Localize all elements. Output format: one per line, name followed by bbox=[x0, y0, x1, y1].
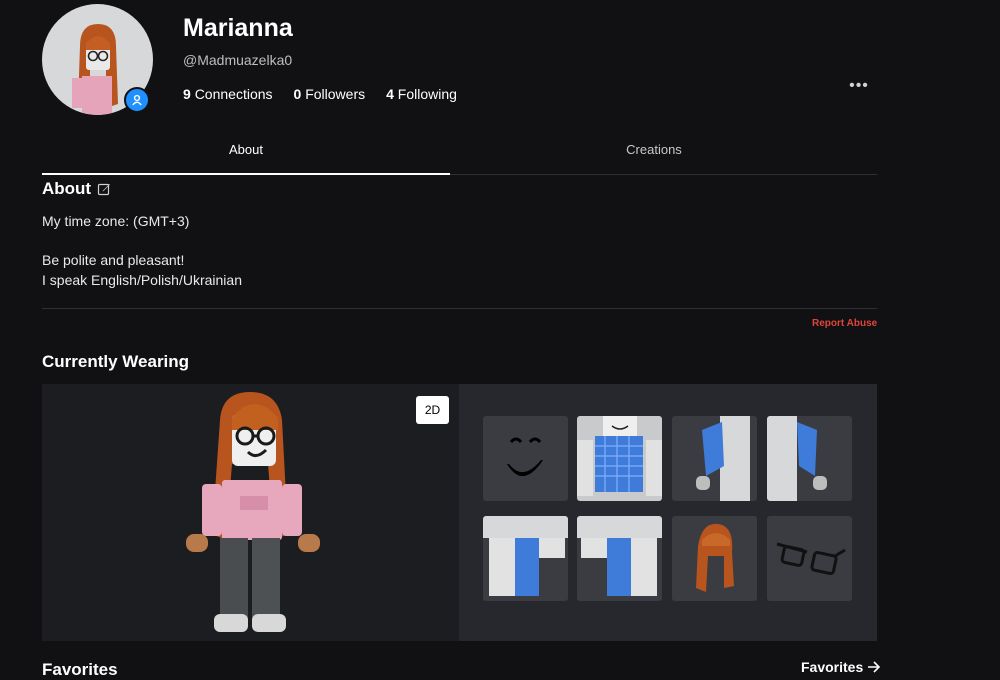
black-glasses-icon bbox=[776, 542, 846, 576]
wearing-item-glasses[interactable] bbox=[767, 516, 852, 601]
favorites-link[interactable]: Favorites bbox=[801, 659, 881, 675]
favorites-link-label: Favorites bbox=[801, 659, 864, 675]
left-arm-sleeve-icon bbox=[696, 416, 750, 501]
tab-divider bbox=[450, 174, 877, 175]
edit-icon[interactable] bbox=[97, 182, 111, 196]
right-arm-sleeve-icon bbox=[767, 416, 827, 501]
wearing-item-right-leg[interactable] bbox=[577, 516, 662, 601]
followers-link[interactable]: 0 Followers bbox=[294, 86, 366, 102]
avatar-figure-icon bbox=[186, 392, 320, 632]
currently-wearing-heading: Currently Wearing bbox=[42, 352, 190, 371]
checkered-shirt-icon bbox=[577, 416, 662, 501]
about-line-languages: I speak English/Polish/Ukrainian bbox=[42, 271, 242, 288]
wearing-item-left-arm[interactable] bbox=[672, 416, 757, 501]
left-leg-pants-icon bbox=[483, 516, 568, 596]
wearing-item-left-leg[interactable] bbox=[483, 516, 568, 601]
username: @Madmuazelka0 bbox=[183, 52, 293, 68]
connections-label: Connections bbox=[194, 86, 273, 102]
wearing-item-shirt[interactable] bbox=[577, 416, 662, 501]
report-abuse-link[interactable]: Report Abuse bbox=[812, 318, 877, 329]
wearing-item-hair[interactable] bbox=[672, 516, 757, 601]
about-heading: About bbox=[42, 179, 111, 199]
followers-count: 0 bbox=[293, 86, 302, 102]
ginger-hair-icon bbox=[696, 523, 734, 592]
favorites-heading: Favorites bbox=[42, 660, 118, 679]
followers-label: Followers bbox=[305, 86, 366, 102]
user-icon bbox=[132, 94, 142, 106]
tab-about-label: About bbox=[229, 142, 263, 157]
wearing-item-face[interactable] bbox=[483, 416, 568, 501]
connections-count: 9 bbox=[183, 86, 191, 102]
more-icon: ••• bbox=[849, 77, 869, 94]
avatar-3d-viewer[interactable] bbox=[42, 384, 459, 641]
following-label: Following bbox=[397, 86, 457, 102]
arrow-right-icon bbox=[868, 661, 881, 673]
following-count: 4 bbox=[386, 86, 394, 102]
online-status-badge bbox=[124, 87, 150, 113]
about-divider bbox=[42, 308, 877, 309]
about-line-polite: Be polite and pleasant! bbox=[42, 252, 185, 268]
about-title: About bbox=[42, 179, 92, 198]
toggle-2d-button[interactable]: 2D bbox=[416, 396, 449, 424]
about-line-timezone: My time zone: (GMT+3) bbox=[42, 213, 190, 229]
tab-creations[interactable]: Creations bbox=[450, 142, 858, 175]
right-leg-pants-icon bbox=[577, 516, 662, 596]
about-description: My time zone: (GMT+3) Be polite and plea… bbox=[42, 212, 242, 290]
following-link[interactable]: 4 Following bbox=[386, 86, 457, 102]
display-name: Marianna bbox=[183, 14, 293, 42]
active-tab-indicator bbox=[42, 173, 450, 175]
tab-about[interactable]: About bbox=[42, 142, 450, 175]
profile-stats: 9 Connections 0 Followers 4 Following bbox=[183, 86, 457, 102]
more-options-button[interactable]: ••• bbox=[846, 76, 872, 96]
connections-link[interactable]: 9 Connections bbox=[183, 86, 273, 102]
wearing-item-right-arm[interactable] bbox=[767, 416, 852, 501]
tab-creations-label: Creations bbox=[626, 142, 682, 157]
smile-face-icon bbox=[507, 437, 543, 477]
